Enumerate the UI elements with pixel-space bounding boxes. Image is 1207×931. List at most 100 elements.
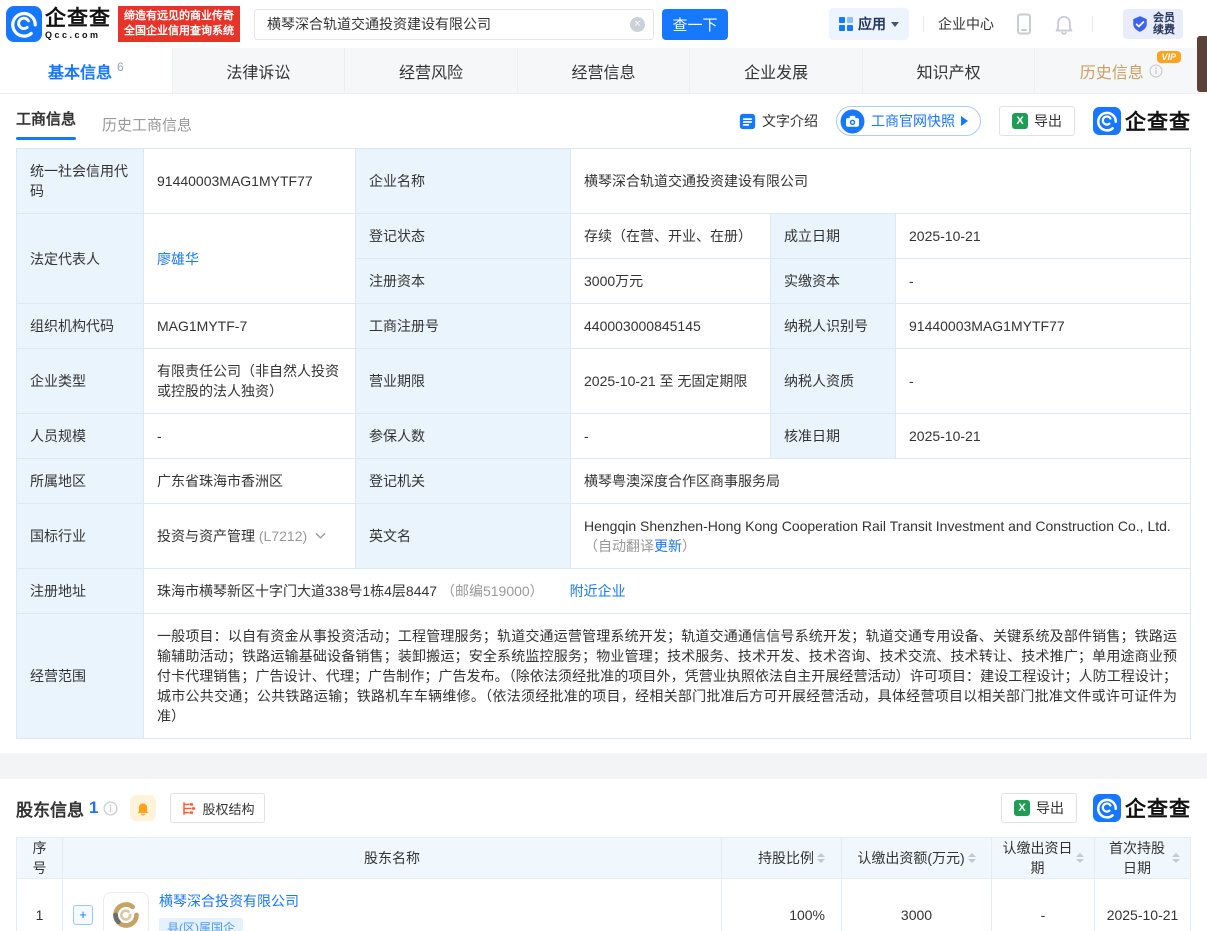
sort-icon[interactable] [817,853,825,863]
slogan-line2: 全国企业信用查询系统 [124,24,234,39]
shareholder-name-link[interactable]: 横琴深合投资有限公司 [159,893,299,909]
search-button[interactable]: 查一下 [662,9,728,40]
notification-bell-icon[interactable] [1054,13,1074,35]
camera-icon [840,109,865,134]
header-right: 应用 企业中心 [829,8,1183,40]
col-first-date[interactable]: 首次持股日期 [1095,838,1191,879]
shareholders-header: 股东信息 1 股权结构 [16,793,1191,823]
col-amount[interactable]: 认缴出资额(万元) [842,838,992,879]
search-box[interactable]: × [254,9,654,40]
shareholder-row: 1 + [17,879,1191,931]
enterprise-center-link[interactable]: 企业中心 [938,14,994,34]
card-bottom-padding [0,739,1207,753]
member-renew-button[interactable]: 会员 续费 [1123,9,1183,39]
apps-label: 应用 [858,14,886,34]
org-chart-icon [181,801,196,816]
search-area: × 查一下 [254,9,728,40]
address-value: 珠海市横琴新区十字门大道338号1栋4层8447 （邮编519000） 附近企业 [144,569,1191,614]
member-renew-label: 会员 续费 [1153,12,1175,36]
tab-intellectual-property[interactable]: 知识产权 [863,48,1036,93]
clear-search-icon[interactable]: × [630,17,645,32]
qcc-watermark-logo: 企查查 [1093,106,1191,136]
shareholders-header-right: 导出 企查查 [1001,793,1191,823]
chevron-down-icon[interactable] [315,532,326,540]
divider [923,16,924,32]
business-scope-label: 经营范围 [17,614,144,739]
subtab-business-info[interactable]: 工商信息 [16,102,76,140]
play-arrow-icon [961,116,968,126]
business-info-table: 统一社会信用代码 91440003MAG1MYTF77 企业名称 横琴深合轨道交… [16,148,1191,739]
reg-capital-value: 3000万元 [571,259,771,304]
establish-date-label: 成立日期 [771,214,896,259]
nearby-companies-link[interactable]: 附近企业 [570,583,626,599]
subtab-history-business-info[interactable]: 历史工商信息 [102,108,192,135]
brand-slogan: 缔造有远见的商业传奇 全国企业信用查询系统 [118,6,240,42]
taxpayer-id-label: 纳税人识别号 [771,304,896,349]
info-icon [103,801,118,816]
approval-date-label: 核准日期 [771,414,896,459]
row-first-date: 2025-10-21 [1095,879,1191,931]
main-tab-bar: 基本信息6 法律诉讼 经营风险 经营信息 企业发展 知识产权 VIP 历史信息 [0,48,1207,94]
col-name: 股东名称 [63,838,722,879]
legal-rep-link[interactable]: 廖雄华 [157,251,199,267]
address-postcode: （邮编519000） [441,583,544,599]
sort-icon[interactable] [968,853,976,863]
tab-company-development[interactable]: 企业发展 [690,48,863,93]
table-row: 组织机构代码 MAG1MYTF-7 工商注册号 440003000845145 … [17,304,1191,349]
expand-button[interactable]: + [73,905,93,925]
business-term-value: 2025-10-21 至 无固定期限 [571,349,771,414]
industry-label: 国标行业 [17,504,144,569]
text-intro-button[interactable]: 文字介绍 [739,111,818,131]
table-row: 经营范围 一般项目：以自有资金从事投资活动；工程管理服务；轨道交通运营管理系统开… [17,614,1191,739]
establish-date-value: 2025-10-21 [896,214,1191,259]
chevron-down-icon [891,22,899,27]
tab-operating-info[interactable]: 经营信息 [518,48,691,93]
credit-code-value: 91440003MAG1MYTF77 [144,149,356,214]
sort-icon[interactable] [1172,853,1180,863]
qcc-logo-text: 企查查 Qcc.com [45,8,111,40]
shareholders-export-button[interactable]: 导出 [1001,793,1077,823]
col-ratio[interactable]: 持股比例 [722,838,842,879]
shareholders-count: 1 [89,798,98,818]
monitor-bell-button[interactable] [130,795,156,821]
tab-operating-risk[interactable]: 经营风险 [345,48,518,93]
credit-code-label: 统一社会信用代码 [17,149,144,214]
shareholder-tag: 县(区)属国企 [159,918,243,931]
reg-authority-label: 登记机关 [356,459,571,504]
reg-status-label: 登记状态 [356,214,571,259]
apps-menu[interactable]: 应用 [829,8,909,40]
tab-basic-info[interactable]: 基本信息6 [0,48,173,93]
shareholders-header-row: 序号 股东名称 持股比例 认缴出资额(万元) 认缴出资日期 首次持股日期 [17,838,1191,879]
top-header: 企查查 Qcc.com 缔造有远见的商业传奇 全国企业信用查询系统 × 查一下 [0,0,1207,48]
table-row: 企业类型 有限责任公司（非自然人投资或控股的法人独资） 营业期限 2025-10… [17,349,1191,414]
export-button[interactable]: 导出 [999,106,1075,136]
official-snapshot-button[interactable]: 工商官网快照 [836,106,981,136]
shareholder-logo [103,892,149,931]
table-row: 统一社会信用代码 91440003MAG1MYTF77 企业名称 横琴深合轨道交… [17,149,1191,214]
vip-badge: VIP [1157,51,1182,63]
info-icon [1149,64,1163,78]
mobile-app-icon[interactable] [1014,13,1034,35]
legal-rep-label: 法定代表人 [17,214,144,304]
qcc-logo[interactable]: 企查查 Qcc.com [6,6,111,42]
insured-count-label: 参保人数 [356,414,571,459]
row-date: - [992,879,1095,931]
translate-update-link[interactable]: 更新 [654,538,682,554]
qcc-logo-icon [1093,794,1121,822]
shareholders-title: 股东信息 [16,796,84,821]
table-row: 注册地址 珠海市横琴新区十字门大道338号1栋4层8447 （邮编519000）… [17,569,1191,614]
equity-structure-button[interactable]: 股权结构 [170,793,265,823]
reg-status-value: 存续（在营、开业、在册） [571,214,771,259]
sub-tab-row: 工商信息 历史工商信息 文字介绍 工商官网快照 [0,94,1207,148]
tab-history-info[interactable]: VIP 历史信息 [1035,48,1207,93]
company-name-value: 横琴深合轨道交通投资建设有限公司 [571,149,1191,214]
qcc-logo-icon [6,6,42,42]
sort-icon[interactable] [1076,853,1084,863]
tab-count: 6 [117,60,124,74]
taxpayer-quality-value: - [896,349,1191,414]
col-date[interactable]: 认缴出资日期 [992,838,1095,879]
tab-legal-litigation[interactable]: 法律诉讼 [173,48,346,93]
row-no: 1 [17,879,63,931]
member-shield-icon [1131,15,1149,33]
search-input[interactable] [267,16,630,32]
